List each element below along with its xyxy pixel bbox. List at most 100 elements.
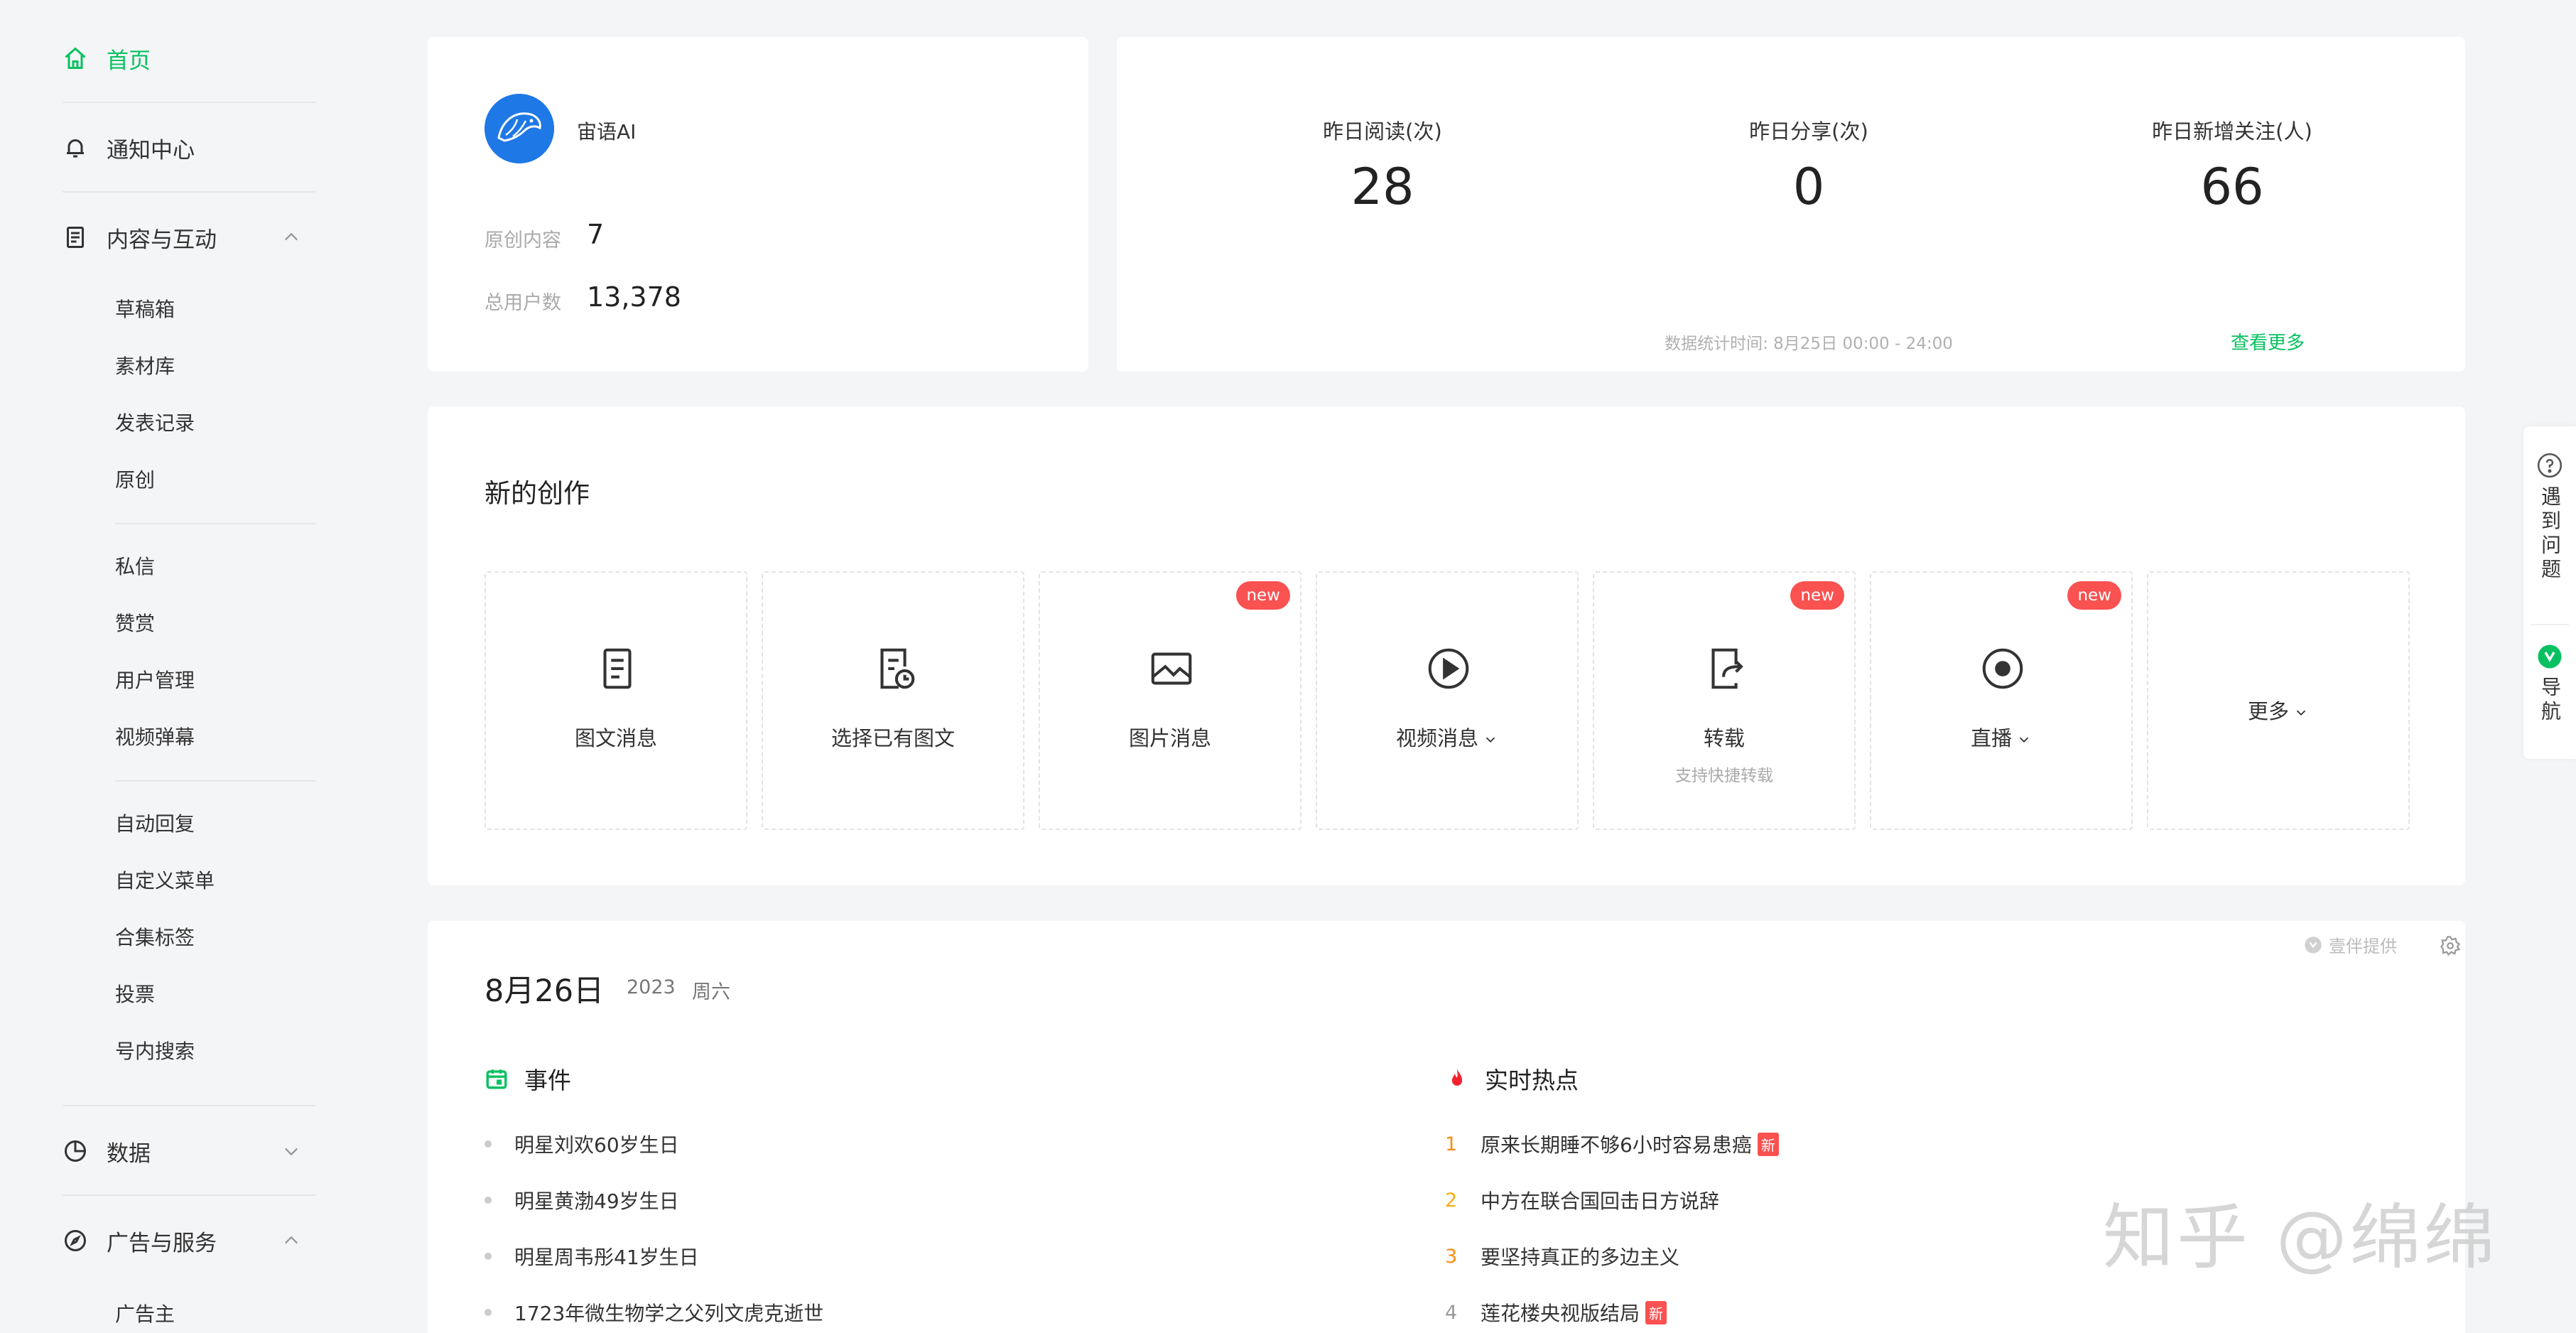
stat-value: 28 bbox=[1351, 158, 1414, 216]
sidebar-item-notifications[interactable]: 通知中心 bbox=[63, 119, 315, 176]
sidebar-item-advertiser[interactable]: 广告主 bbox=[115, 1292, 315, 1333]
calendar-icon bbox=[486, 1069, 507, 1089]
calendar-date: 8月26日 bbox=[485, 973, 605, 1009]
create-image-tile[interactable]: new 图片消息 bbox=[1039, 571, 1301, 830]
chevron-up-icon[interactable] bbox=[281, 1231, 301, 1251]
stat-label: 昨日新增关注(人) bbox=[2152, 119, 2312, 144]
chevron-down-icon[interactable] bbox=[281, 1141, 301, 1161]
play-circle-icon bbox=[1424, 644, 1473, 694]
home-icon bbox=[63, 45, 88, 71]
total-users-value: 13,378 bbox=[587, 281, 681, 313]
chevron-down-icon bbox=[2296, 710, 2306, 716]
sidebar-item-label: 广告与服务 bbox=[107, 1230, 217, 1256]
hot-item[interactable]: 4 莲花楼央视版结局 新 bbox=[1445, 1298, 1667, 1327]
event-item[interactable]: 明星黄渤49岁生日 bbox=[485, 1186, 679, 1214]
tile-sublabel: 支持快捷转载 bbox=[1675, 767, 1773, 785]
sidebar: 首页 通知中心 内容与互动 草稿箱 素材库 发表记录 原创 私信 赞赏 用户管理… bbox=[0, 0, 369, 1333]
event-text: 明星黄渤49岁生日 bbox=[514, 1189, 679, 1213]
chevron-down-icon bbox=[2019, 737, 2029, 743]
sidebar-group-ads[interactable]: 广告与服务 bbox=[63, 1212, 315, 1269]
tile-label-text: 直播 bbox=[1970, 726, 2012, 750]
see-more-link[interactable]: 查看更多 bbox=[2161, 328, 2374, 355]
gear-icon[interactable] bbox=[2440, 935, 2461, 956]
repost-tile[interactable]: new 转载 支持快捷转载 bbox=[1593, 571, 1856, 830]
tile-label: 转载 bbox=[1703, 726, 1745, 750]
account-card: 宙语AI 原创内容 7 总用户数 13,378 bbox=[428, 37, 1088, 372]
select-existing-article-tile[interactable]: 选择已有图文 bbox=[762, 571, 1024, 830]
sidebar-item-home[interactable]: 首页 bbox=[63, 30, 315, 87]
provider-label: 壹伴提供 bbox=[2329, 937, 2397, 956]
tile-label: 图片消息 bbox=[1128, 726, 1211, 750]
hot-text: 中方在联合国回击日方说辞 bbox=[1481, 1189, 1720, 1213]
divider bbox=[63, 102, 315, 103]
sidebar-item-label: 数据 bbox=[107, 1140, 151, 1167]
divider bbox=[63, 191, 315, 193]
bullet bbox=[485, 1253, 492, 1260]
live-icon bbox=[1978, 644, 2028, 694]
new-creation-card: 新的创作 图文消息 选择已有图文 new 图片消息 视频消息 new 转载 支持… bbox=[428, 406, 2465, 885]
sidebar-group-data[interactable]: 数据 bbox=[63, 1123, 315, 1180]
document-icon bbox=[592, 644, 642, 694]
total-users-label: 总用户数 bbox=[485, 292, 561, 314]
sidebar-item-vote[interactable]: 投票 bbox=[115, 972, 315, 1015]
bullet bbox=[485, 1309, 492, 1316]
stats-time-note: 数据统计时间: 8月25日 00:00 - 24:00 bbox=[1665, 335, 1953, 353]
more-tile[interactable]: 更多 bbox=[2147, 571, 2410, 830]
divider bbox=[115, 523, 315, 524]
tile-label-text: 视频消息 bbox=[1395, 726, 1478, 750]
event-item[interactable]: 明星周韦彤41岁生日 bbox=[485, 1242, 699, 1270]
tile-label: 选择已有图文 bbox=[830, 726, 955, 750]
hot-rank: 3 bbox=[1445, 1245, 1458, 1268]
live-tile[interactable]: new 直播 bbox=[1870, 571, 2133, 830]
bullet bbox=[485, 1197, 492, 1204]
divider bbox=[2531, 624, 2569, 625]
stat-value: 66 bbox=[2200, 158, 2264, 216]
sidebar-item-label: 内容与互动 bbox=[107, 227, 217, 253]
create-article-tile[interactable]: 图文消息 bbox=[485, 571, 747, 830]
sidebar-item-label: 首页 bbox=[107, 48, 151, 74]
hot-item[interactable]: 1 原来长期睡不够6小时容易患癌 新 bbox=[1445, 1130, 1779, 1158]
avatar[interactable] bbox=[485, 94, 554, 163]
stat-follows: 昨日新增关注(人) 66 bbox=[2019, 115, 2445, 216]
hot-item[interactable]: 2 中方在联合国回击日方说辞 bbox=[1445, 1186, 1719, 1214]
stat-label: 昨日阅读(次) bbox=[1323, 119, 1442, 144]
pie-chart-icon bbox=[63, 1138, 88, 1164]
sidebar-item-collection-tags[interactable]: 合集标签 bbox=[115, 915, 315, 958]
sidebar-item-original[interactable]: 原创 bbox=[115, 458, 315, 500]
sidebar-item-messages[interactable]: 私信 bbox=[115, 544, 315, 587]
sidebar-item-publish-history[interactable]: 发表记录 bbox=[115, 401, 315, 443]
sidebar-item-rewards[interactable]: 赞赏 bbox=[115, 601, 315, 644]
sidebar-group-content[interactable]: 内容与互动 bbox=[63, 209, 315, 266]
document-clock-icon bbox=[870, 644, 919, 694]
image-icon bbox=[1147, 644, 1196, 694]
event-item[interactable]: 明星刘欢60岁生日 bbox=[485, 1130, 679, 1158]
original-content-value: 7 bbox=[587, 219, 605, 250]
sidebar-item-custom-menu[interactable]: 自定义菜单 bbox=[115, 858, 315, 901]
question-icon bbox=[2537, 453, 2563, 478]
sidebar-item-auto-reply[interactable]: 自动回复 bbox=[115, 802, 315, 844]
fire-icon bbox=[1451, 1068, 1463, 1086]
sidebar-item-drafts[interactable]: 草稿箱 bbox=[115, 287, 315, 330]
chevron-up-icon[interactable] bbox=[281, 227, 301, 247]
new-tag: 新 bbox=[1645, 1300, 1667, 1324]
more-label-text: 更多 bbox=[2247, 699, 2289, 723]
hot-rank: 4 bbox=[1445, 1301, 1458, 1324]
stat-reads: 昨日阅读(次) 28 bbox=[1169, 115, 1596, 216]
sidebar-item-video-danmaku[interactable]: 视频弹幕 bbox=[115, 715, 315, 757]
stat-shares: 昨日分享(次) 0 bbox=[1596, 115, 2022, 216]
sidebar-item-search[interactable]: 号内搜索 bbox=[115, 1029, 315, 1072]
create-video-tile[interactable]: 视频消息 bbox=[1316, 571, 1579, 830]
nav-button[interactable]: 导航 bbox=[2523, 644, 2576, 725]
sidebar-item-materials[interactable]: 素材库 bbox=[115, 344, 315, 387]
divider bbox=[63, 1194, 315, 1196]
sidebar-item-user-management[interactable]: 用户管理 bbox=[115, 658, 315, 701]
provider-link[interactable]: 壹伴提供 bbox=[2303, 932, 2397, 957]
avatar-logo-icon bbox=[485, 94, 554, 163]
bullet bbox=[485, 1140, 492, 1148]
hot-rank: 1 bbox=[1445, 1133, 1458, 1155]
share-doc-icon bbox=[1701, 644, 1750, 694]
help-button[interactable]: 遇到问题 bbox=[2523, 452, 2576, 583]
event-item[interactable]: 1723年微生物学之父列文虎克逝世 bbox=[485, 1298, 823, 1327]
hot-item[interactable]: 3 要坚持真正的多边主义 bbox=[1445, 1242, 1679, 1270]
event-text: 明星刘欢60岁生日 bbox=[514, 1133, 679, 1157]
